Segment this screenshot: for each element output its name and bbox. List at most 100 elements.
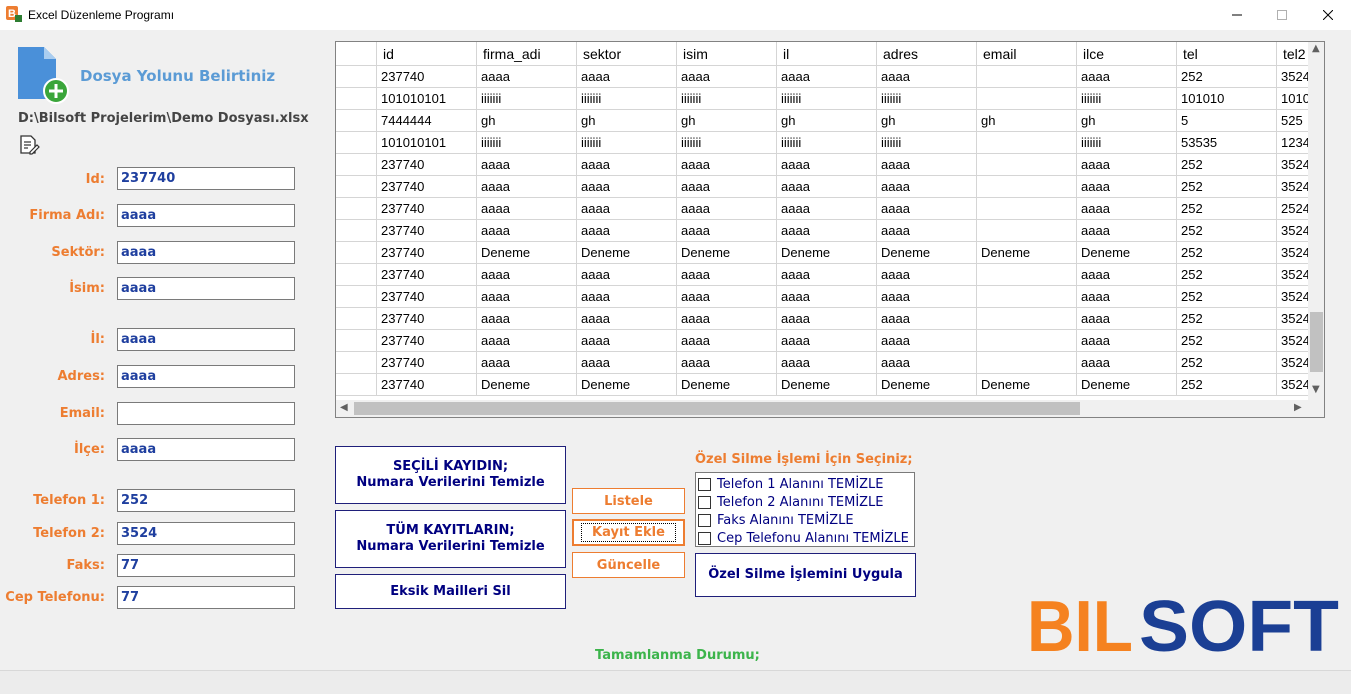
table-cell[interactable]: aaaa <box>877 308 977 330</box>
table-cell[interactable]: 252 <box>1177 66 1277 88</box>
row-header[interactable] <box>336 220 377 242</box>
option-telefon-2[interactable]: Telefon 2 Alanını TEMİZLE <box>698 493 912 511</box>
table-cell[interactable] <box>977 264 1077 286</box>
table-cell[interactable]: aaaa <box>477 286 577 308</box>
table-cell[interactable]: aaaa <box>777 308 877 330</box>
table-cell[interactable]: gh <box>977 110 1077 132</box>
table-cell[interactable]: Deneme <box>477 374 577 396</box>
table-cell[interactable]: 252 <box>1177 308 1277 330</box>
table-cell[interactable]: aaaa <box>877 330 977 352</box>
checkbox[interactable] <box>698 495 711 509</box>
table-cell[interactable]: Deneme <box>1077 374 1177 396</box>
table-cell[interactable]: aaaa <box>877 66 977 88</box>
table-cell[interactable]: aaaa <box>1077 330 1177 352</box>
table-cell[interactable]: aaaa <box>1077 264 1177 286</box>
table-cell[interactable]: aaaa <box>677 264 777 286</box>
table-cell[interactable]: 3524 <box>1277 264 1308 286</box>
table-cell[interactable]: 3524 <box>1277 154 1308 176</box>
table-cell[interactable]: iiiiiii <box>677 132 777 154</box>
column-header-tel[interactable]: tel <box>1177 42 1277 66</box>
checkbox[interactable] <box>698 531 711 545</box>
table-row[interactable]: 237740 aaaa aaaa aaaa aaaa aaaa aaaa 252 3524 <box>336 220 1308 242</box>
row-header[interactable] <box>336 264 377 286</box>
adres-input[interactable]: aaaa <box>117 365 295 388</box>
table-cell[interactable]: iiiiiii <box>777 132 877 154</box>
table-cell[interactable]: 101010101 <box>377 132 477 154</box>
column-header-email[interactable]: email <box>977 42 1077 66</box>
table-row[interactable]: 237740 aaaa aaaa aaaa aaaa aaaa aaaa 252 3524 <box>336 66 1308 88</box>
update-button[interactable]: Güncelle <box>572 552 685 578</box>
minimize-button[interactable] <box>1214 0 1260 30</box>
email-input[interactable] <box>117 402 295 425</box>
table-cell[interactable]: aaaa <box>677 154 777 176</box>
table-cell[interactable]: 2524 <box>1277 198 1308 220</box>
table-cell[interactable] <box>977 132 1077 154</box>
table-cell[interactable]: aaaa <box>1077 198 1177 220</box>
table-cell[interactable]: 3524 <box>1277 66 1308 88</box>
table-cell[interactable]: aaaa <box>677 220 777 242</box>
table-cell[interactable]: iiiiiii <box>1077 88 1177 110</box>
table-cell[interactable]: Deneme <box>877 242 977 264</box>
table-cell[interactable]: 237740 <box>377 286 477 308</box>
table-cell[interactable]: 237740 <box>377 220 477 242</box>
checkbox[interactable] <box>698 477 711 491</box>
table-cell[interactable]: aaaa <box>777 66 877 88</box>
table-cell[interactable]: 252 <box>1177 330 1277 352</box>
cep-telefonu-input[interactable]: 77 <box>117 586 295 609</box>
row-header[interactable] <box>336 154 377 176</box>
table-cell[interactable]: 3524 <box>1277 308 1308 330</box>
table-cell[interactable]: aaaa <box>577 352 677 374</box>
option-telefon-1[interactable]: Telefon 1 Alanını TEMİZLE <box>698 475 912 493</box>
table-cell[interactable]: gh <box>677 110 777 132</box>
row-header[interactable] <box>336 308 377 330</box>
table-cell[interactable] <box>977 352 1077 374</box>
table-cell[interactable]: Deneme <box>477 242 577 264</box>
table-cell[interactable]: iiiiiii <box>477 132 577 154</box>
list-button[interactable]: Listele <box>572 488 685 514</box>
table-cell[interactable]: 101010101 <box>377 88 477 110</box>
vertical-scrollbar[interactable]: ▲ ▼ <box>1308 42 1324 400</box>
table-cell[interactable]: gh <box>577 110 677 132</box>
edit-document-icon[interactable] <box>18 134 40 156</box>
table-cell[interactable]: iiiiiii <box>777 88 877 110</box>
vertical-scroll-thumb[interactable] <box>1310 312 1323 372</box>
table-cell[interactable]: aaaa <box>577 330 677 352</box>
table-cell[interactable]: gh <box>877 110 977 132</box>
table-cell[interactable]: 237740 <box>377 352 477 374</box>
table-row[interactable]: 237740 aaaa aaaa aaaa aaaa aaaa aaaa 252 2524 <box>336 198 1308 220</box>
table-cell[interactable]: aaaa <box>777 352 877 374</box>
table-cell[interactable]: 53535 <box>1177 132 1277 154</box>
table-cell[interactable]: aaaa <box>877 176 977 198</box>
table-cell[interactable]: 5 <box>1177 110 1277 132</box>
apply-special-delete-button[interactable]: Özel Silme İşlemini Uygula <box>695 553 916 597</box>
table-cell[interactable]: Deneme <box>577 242 677 264</box>
table-cell[interactable]: 3524 <box>1277 176 1308 198</box>
scroll-up-icon[interactable]: ▲ <box>1312 43 1320 54</box>
table-cell[interactable]: iiiiiii <box>577 88 677 110</box>
option-faks[interactable]: Faks Alanını TEMİZLE <box>698 511 912 529</box>
table-cell[interactable]: aaaa <box>577 198 677 220</box>
table-row[interactable]: 237740 Deneme Deneme Deneme Deneme Deneme Dene… <box>336 374 1308 396</box>
table-cell[interactable]: aaaa <box>577 66 677 88</box>
add-file-icon[interactable] <box>16 45 70 105</box>
table-cell[interactable]: 252 <box>1177 154 1277 176</box>
column-header-ilce[interactable]: ilce <box>1077 42 1177 66</box>
table-cell[interactable]: aaaa <box>577 154 677 176</box>
telefon-1-input[interactable]: 252 <box>117 489 295 512</box>
table-cell[interactable]: aaaa <box>677 66 777 88</box>
table-cell[interactable]: aaaa <box>1077 352 1177 374</box>
table-cell[interactable]: aaaa <box>477 264 577 286</box>
table-cell[interactable]: aaaa <box>777 286 877 308</box>
table-cell[interactable]: aaaa <box>1077 308 1177 330</box>
scroll-right-icon[interactable]: ▶ <box>1294 402 1302 413</box>
table-cell[interactable]: aaaa <box>777 330 877 352</box>
table-cell[interactable]: 252 <box>1177 242 1277 264</box>
table-cell[interactable]: aaaa <box>877 154 977 176</box>
table-row[interactable]: 101010101 iiiiiii iiiiiii iiiiiii iiiiiii iii… <box>336 88 1308 110</box>
table-row[interactable]: 237740 aaaa aaaa aaaa aaaa aaaa aaaa 252 3524 <box>336 176 1308 198</box>
file-path-heading[interactable]: Dosya Yolunu Belirtiniz <box>80 67 275 85</box>
table-row[interactable]: 237740 aaaa aaaa aaaa aaaa aaaa aaaa 252 3524 <box>336 352 1308 374</box>
row-header[interactable] <box>336 110 377 132</box>
table-row[interactable]: 7444444 gh gh gh gh gh gh gh 5 525 <box>336 110 1308 132</box>
column-header-sektor[interactable]: sektor <box>577 42 677 66</box>
